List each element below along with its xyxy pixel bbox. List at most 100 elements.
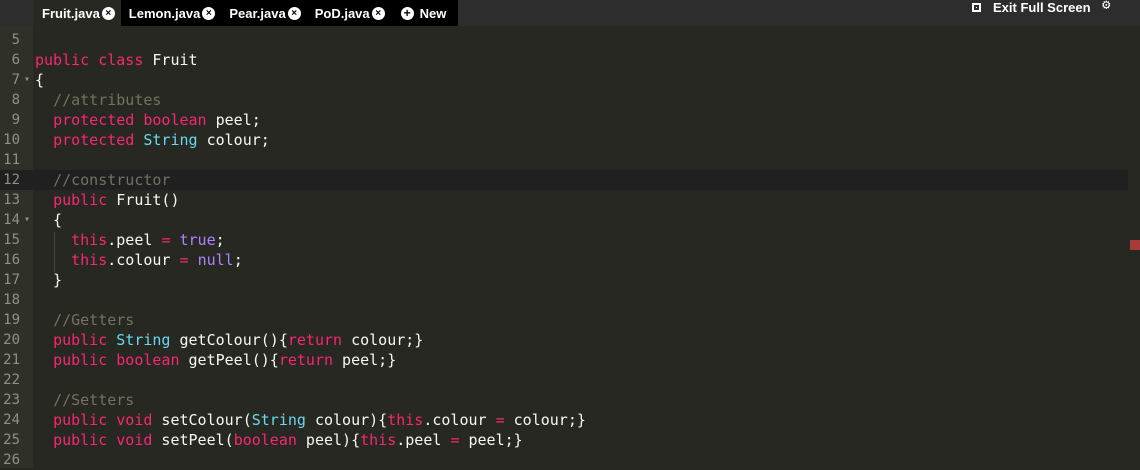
code-line[interactable]: 26 [0, 450, 1128, 470]
code-line[interactable]: 24 public void setColour(String colour){… [0, 410, 1128, 430]
tab-lemon-java[interactable]: Lemon.java × [121, 0, 222, 26]
code-token: //constructor [53, 171, 171, 189]
code-token: = [179, 251, 189, 269]
gear-icon[interactable]: ⚙ [1102, 0, 1110, 13]
exit-fullscreen-button[interactable]: Exit Full Screen [972, 0, 1091, 15]
line-number: 9 [11, 112, 20, 128]
tab-pear-java[interactable]: Pear.java × [221, 0, 306, 26]
code-line[interactable]: 19 //Getters [0, 310, 1128, 330]
code-token: this [387, 411, 424, 429]
exit-fullscreen-icon [972, 2, 981, 12]
code-token: return [278, 351, 334, 369]
code-text: //attributes [35, 90, 161, 110]
code-text: protected boolean peel; [35, 110, 261, 130]
code-token: public [53, 191, 108, 209]
code-line[interactable]: 21 public boolean getPeel(){return peel;… [0, 350, 1128, 370]
code-token: class [98, 51, 144, 69]
code-text: //Setters [35, 390, 134, 410]
code-token: ; [233, 251, 243, 269]
code-line[interactable]: 25 public void setPeel(boolean peel){thi… [0, 430, 1128, 450]
code-editor[interactable]: 5 6 public class Fruit 7 ▾{8 //attributes 9 p… [0, 26, 1128, 468]
code-token: Fruit [143, 51, 198, 69]
code-token: colour){ [305, 411, 388, 429]
line-number: 21 [3, 352, 20, 368]
code-token: protected [53, 131, 135, 149]
code-token: String [116, 331, 171, 349]
line-number: 15 [3, 232, 20, 248]
code-token: peel; [206, 111, 261, 129]
new-tab-button[interactable]: + New [391, 0, 459, 26]
code-token: { [35, 71, 45, 89]
code-token: boolean [116, 351, 180, 369]
code-line[interactable]: 17 } [0, 270, 1128, 290]
code-token: public [53, 411, 108, 429]
line-number: 7 [11, 72, 20, 88]
code-line[interactable]: 11 [0, 150, 1128, 170]
line-number: 18 [3, 292, 20, 308]
code-token: getColour(){ [170, 331, 288, 349]
new-tab-label: New [419, 5, 447, 21]
close-icon[interactable]: × [287, 6, 301, 20]
code-token: .peel [396, 431, 451, 449]
tab-strip: Fruit.java × Lemon.java × Pear.java × PoD.java… [34, 0, 459, 26]
tab-label: Pear.java [229, 5, 286, 21]
plus-circle-icon: + [400, 6, 414, 20]
tab-fruit-java[interactable]: Fruit.java × [34, 0, 121, 26]
code-text: public void setPeel(boolean peel){this.p… [35, 430, 523, 450]
code-text: //constructor [35, 170, 170, 190]
code-line[interactable]: 20 public String getColour(){return colo… [0, 330, 1128, 350]
code-token: } [35, 271, 63, 289]
code-line[interactable]: 7 ▾ { [0, 70, 1128, 90]
code-line[interactable]: 5 [0, 30, 1128, 50]
close-icon[interactable]: × [202, 6, 216, 20]
code-line[interactable]: 23 //Setters [0, 390, 1128, 410]
code-line[interactable]: 22 [0, 370, 1128, 390]
code-token: setColour( [152, 411, 252, 429]
code-line[interactable]: 18 [0, 290, 1128, 310]
code-line[interactable]: 6 public class Fruit [0, 50, 1128, 70]
scrollbar-marker [1130, 240, 1140, 250]
fold-arrow-icon[interactable]: ▾ [24, 210, 30, 230]
code-text: public void setColour(String colour){thi… [35, 410, 586, 430]
code-token: void [116, 411, 153, 429]
code-line[interactable]: 14 ▾ { [0, 210, 1128, 230]
code-token: null [197, 251, 234, 269]
code-token: return [287, 331, 343, 349]
line-number: 8 [11, 92, 20, 108]
code-line[interactable]: 9 protected boolean peel; [0, 110, 1128, 130]
line-number: 12 [3, 172, 20, 188]
close-icon[interactable]: × [101, 6, 115, 20]
code-token: getPeel(){ [179, 351, 279, 369]
code-text: public String getColour(){return colour;… [35, 330, 423, 350]
code-token: peel){ [296, 431, 361, 449]
code-text: this.colour = null; [35, 250, 243, 270]
code-token: public [53, 331, 108, 349]
close-icon[interactable]: × [371, 6, 385, 20]
line-number: 26 [3, 452, 20, 468]
code-token: Fruit() [107, 191, 180, 209]
line-number: 14 [3, 212, 20, 228]
code-line[interactable]: 13 public Fruit() [0, 190, 1128, 210]
code-token: public [53, 351, 108, 369]
line-number: 24 [3, 412, 20, 428]
code-line[interactable]: 10 protected String colour; [0, 130, 1128, 150]
fold-arrow-icon[interactable]: ▾ [24, 70, 30, 90]
code-token: boolean [143, 111, 207, 129]
tab-pod-java[interactable]: PoD.java × [307, 0, 391, 26]
code-line[interactable]: 12 //constructor [0, 170, 1128, 190]
code-line[interactable]: 15 this.peel = true; [0, 230, 1128, 250]
code-token: .peel [107, 231, 162, 249]
code-text: public Fruit() [35, 190, 180, 210]
code-line[interactable]: 8 //attributes [0, 90, 1128, 110]
code-line[interactable]: 16 this.colour = null; [0, 250, 1128, 270]
